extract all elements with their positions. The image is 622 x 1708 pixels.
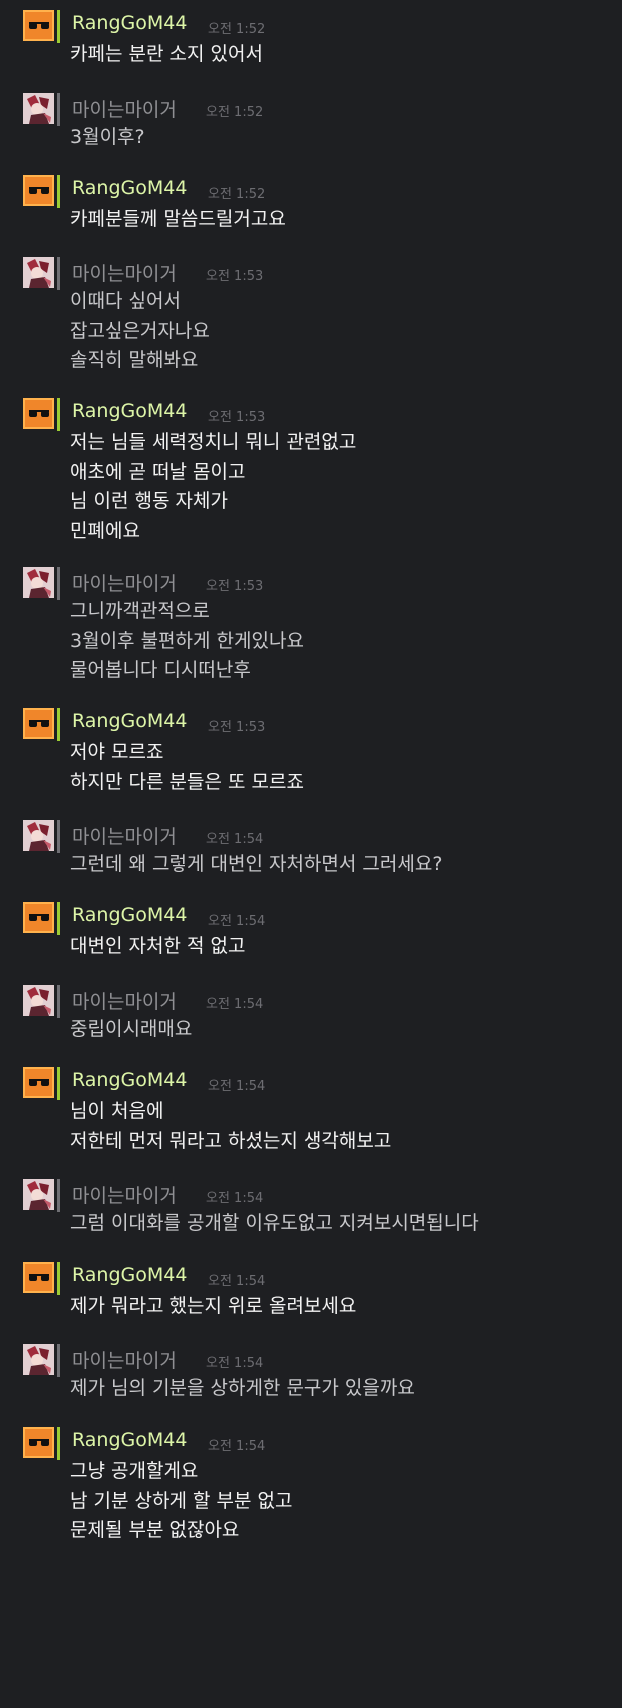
message-text: 잡고싶은거자나요: [70, 319, 210, 342]
avatar-role-stripe: [57, 1427, 60, 1460]
timestamp: 오전 1:53: [206, 269, 264, 284]
timestamp: 오전 1:52: [206, 105, 264, 120]
timestamp: 오전 1:53: [208, 410, 266, 425]
message-text: 이때다 싶어서: [70, 290, 181, 312]
author-name[interactable]: 마이는마이거: [72, 259, 177, 286]
anime-character-avatar-icon[interactable]: [23, 1344, 54, 1375]
message-text: 님이 처음에: [70, 1100, 164, 1122]
timestamp: 오전 1:54: [206, 832, 264, 847]
author-name[interactable]: 마이는마이거: [72, 569, 177, 596]
author-name[interactable]: 마이는마이거: [72, 1181, 177, 1208]
message-text: 그냥 공개할게요: [70, 1460, 199, 1482]
timestamp: 오전 1:54: [208, 914, 266, 929]
timestamp: 오전 1:54: [208, 1439, 266, 1454]
timestamp: 오전 1:54: [206, 1191, 264, 1206]
message-text: 저야 모르죠: [70, 741, 164, 763]
sunglasses-avatar-icon[interactable]: [23, 708, 54, 739]
anime-character-avatar-icon[interactable]: [23, 820, 54, 851]
message-text: 님 이런 행동 자체가: [70, 490, 228, 512]
sunglasses-avatar-icon[interactable]: [23, 398, 54, 429]
avatar-role-stripe: [57, 1262, 60, 1295]
timestamp: 오전 1:53: [208, 720, 266, 735]
avatar-role-stripe: [57, 1067, 60, 1100]
author-name[interactable]: RangGoM44: [72, 400, 187, 422]
author-name[interactable]: RangGoM44: [72, 1069, 187, 1091]
author-name[interactable]: RangGoM44: [72, 1264, 187, 1286]
message-text: 카페는 분란 소지 있어서: [70, 43, 263, 65]
author-name[interactable]: 마이는마이거: [72, 95, 177, 122]
avatar-role-stripe: [57, 398, 60, 431]
sunglasses-avatar-icon[interactable]: [23, 1067, 54, 1098]
avatar-role-stripe: [57, 175, 60, 208]
timestamp: 오전 1:52: [208, 187, 266, 202]
sunglasses-avatar-icon[interactable]: [23, 175, 54, 206]
message-text: 그니까객관적으로: [70, 600, 210, 622]
sunglasses-avatar-icon[interactable]: [23, 1427, 54, 1458]
message-text: 남 기분 상하게 할 부분 없고: [70, 1489, 293, 1512]
message-text: 솔직히 말해봐요: [70, 349, 199, 371]
message-text: 애초에 곧 떠날 몸이고: [70, 460, 246, 483]
anime-character-avatar-icon[interactable]: [23, 985, 54, 1016]
message-text: 저는 님들 세력정치니 뭐니 관련없고: [70, 431, 357, 453]
message-text: 제가 님의 기분을 상하게한 문구가 있을까요: [70, 1377, 415, 1399]
author-name[interactable]: RangGoM44: [72, 177, 187, 199]
avatar-role-stripe: [57, 10, 60, 43]
anime-character-avatar-icon[interactable]: [23, 1179, 54, 1210]
timestamp: 오전 1:54: [208, 1274, 266, 1289]
message-text: 중립이시래매요: [70, 1018, 193, 1040]
message-text: 3월이후?: [70, 126, 145, 148]
anime-character-avatar-icon[interactable]: [23, 257, 54, 288]
avatar-role-stripe: [57, 1179, 60, 1212]
avatar-role-stripe: [57, 1344, 60, 1377]
message-text: 대변인 자처한 적 없고: [70, 935, 246, 957]
author-name[interactable]: RangGoM44: [72, 1429, 187, 1451]
avatar-role-stripe: [57, 985, 60, 1018]
author-name[interactable]: RangGoM44: [72, 904, 187, 926]
message-text: 물어봅니다 디시떠난후: [70, 659, 251, 681]
message-text: 문제될 부분 없잖아요: [70, 1519, 240, 1541]
avatar-role-stripe: [57, 708, 60, 741]
message-text: 제가 뭐라고 했는지 위로 올려보세요: [70, 1295, 357, 1317]
message-text: 3월이후 불편하게 한게있나요: [70, 629, 304, 652]
timestamp: 오전 1:54: [206, 997, 264, 1012]
sunglasses-avatar-icon[interactable]: [23, 1262, 54, 1293]
author-name[interactable]: RangGoM44: [72, 710, 187, 732]
message-text: 그런데 왜 그렇게 대변인 자처하면서 그러세요?: [70, 853, 443, 875]
message-text: 저한테 먼저 뭐라고 하셨는지 생각해보고: [70, 1129, 392, 1152]
avatar-role-stripe: [57, 567, 60, 600]
timestamp: 오전 1:52: [208, 22, 266, 37]
sunglasses-avatar-icon[interactable]: [23, 902, 54, 933]
author-name[interactable]: RangGoM44: [72, 12, 187, 34]
message-text: 하지만 다른 분들은 또 모르죠: [70, 770, 304, 793]
message-text: 그럼 이대화를 공개할 이유도없고 지켜보시면됩니다: [70, 1212, 479, 1234]
author-name[interactable]: 마이는마이거: [72, 1346, 177, 1373]
message-text: 민폐에요: [70, 519, 140, 542]
author-name[interactable]: 마이는마이거: [72, 987, 177, 1014]
avatar-role-stripe: [57, 257, 60, 290]
avatar-role-stripe: [57, 820, 60, 853]
anime-character-avatar-icon[interactable]: [23, 567, 54, 598]
avatar-role-stripe: [57, 902, 60, 935]
timestamp: 오전 1:54: [208, 1079, 266, 1094]
timestamp: 오전 1:53: [206, 579, 264, 594]
author-name[interactable]: 마이는마이거: [72, 822, 177, 849]
message-text: 카페분들께 말씀드릴거고요: [70, 208, 286, 230]
anime-character-avatar-icon[interactable]: [23, 93, 54, 124]
sunglasses-avatar-icon[interactable]: [23, 10, 54, 41]
avatar-role-stripe: [57, 93, 60, 126]
timestamp: 오전 1:54: [206, 1356, 264, 1371]
